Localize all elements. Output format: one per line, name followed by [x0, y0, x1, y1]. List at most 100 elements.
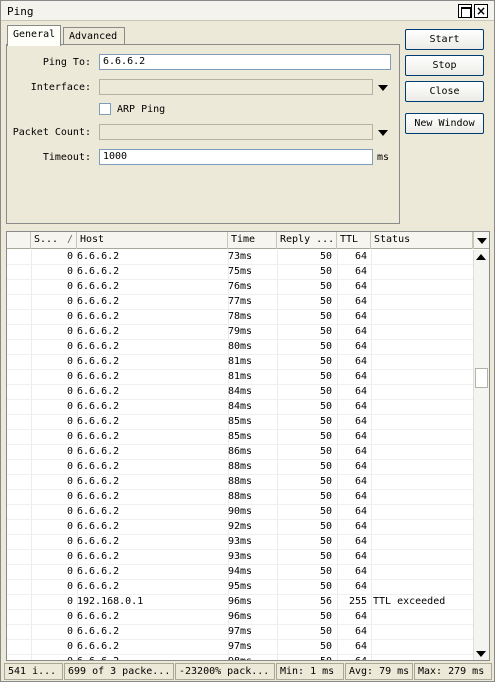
- column-ttl[interactable]: TTL: [337, 232, 371, 249]
- new-window-button[interactable]: New Window: [405, 113, 484, 134]
- cell-time: 98ms: [228, 655, 276, 660]
- cell-status: [373, 580, 473, 595]
- cell-time: 78ms: [228, 311, 253, 322]
- vertical-scrollbar[interactable]: [473, 250, 489, 660]
- column-time[interactable]: Time: [228, 232, 277, 249]
- cell-host: 6.6.6.2: [77, 446, 120, 457]
- interface-dropdown-icon[interactable]: [378, 85, 388, 91]
- maximize-button[interactable]: [458, 4, 472, 18]
- table-row[interactable]: 0 6.6.6.2 79ms 50 64: [7, 325, 473, 340]
- table-row[interactable]: 0 6.6.6.2 88ms 50 64: [7, 475, 473, 490]
- packet-count-select[interactable]: [99, 124, 373, 140]
- scroll-up-icon[interactable]: [476, 254, 486, 260]
- table-row[interactable]: 0 6.6.6.2 95ms 50 64: [7, 580, 473, 595]
- table-row[interactable]: 0 6.6.6.2 81ms 50 64: [7, 355, 473, 370]
- table-row[interactable]: 0 6.6.6.2 76ms 50 64: [7, 280, 473, 295]
- table-row[interactable]: 0 6.6.6.2 93ms 50 64: [7, 550, 473, 565]
- column-host[interactable]: Host: [77, 232, 228, 249]
- table-row[interactable]: 0 6.6.6.2 85ms 50 64: [7, 430, 473, 445]
- cell-time: 77ms: [228, 296, 253, 307]
- table-row[interactable]: 0 6.6.6.2 88ms 50 64: [7, 460, 473, 475]
- table-row[interactable]: 0 6.6.6.2 77ms 50 64: [7, 295, 473, 310]
- scroll-thumb[interactable]: [475, 368, 488, 388]
- cell-seq: 0: [66, 641, 73, 652]
- cell-host: 6.6.6.2: [77, 461, 120, 472]
- status-min: Min: 1 ms: [276, 663, 344, 680]
- cell-reply-size: 50: [319, 356, 332, 367]
- tab-general[interactable]: General: [7, 25, 61, 46]
- cell-status: [373, 565, 473, 580]
- table-row[interactable]: 0 6.6.6.2 96ms 50 64: [7, 610, 473, 625]
- cell-status: [373, 265, 473, 280]
- cell-ttl: 64: [354, 356, 367, 367]
- column-seq[interactable]: S... /: [31, 232, 77, 249]
- table-row[interactable]: 0 192.168.0.1 96ms 56 255 TTL exceeded: [7, 595, 473, 610]
- table-row[interactable]: 06.6.6.298ms5064: [7, 655, 473, 660]
- table-row[interactable]: 0 6.6.6.2 94ms 50 64: [7, 565, 473, 580]
- status-sent: 699 of 3 packe...: [64, 663, 174, 680]
- cell-time: 88ms: [228, 491, 253, 502]
- column-menu-icon[interactable]: [473, 232, 489, 249]
- packet-count-dropdown-icon[interactable]: [378, 130, 388, 136]
- table-row[interactable]: 0 6.6.6.2 92ms 50 64: [7, 520, 473, 535]
- cell-time: 84ms: [228, 401, 253, 412]
- interface-select[interactable]: [99, 79, 373, 95]
- cell-reply-size: 50: [319, 266, 332, 277]
- cell-time: 86ms: [228, 446, 253, 457]
- scroll-down-icon[interactable]: [476, 651, 486, 657]
- close-button[interactable]: Close: [405, 81, 484, 102]
- cell-ttl: 64: [354, 641, 367, 652]
- cell-seq: 0: [66, 521, 73, 532]
- cell-ttl: 64: [354, 311, 367, 322]
- cell-host: 6.6.6.2: [77, 281, 120, 292]
- column-reply-size[interactable]: Reply ...: [277, 232, 337, 249]
- cell-ttl: 64: [354, 266, 367, 277]
- column-flag[interactable]: [7, 232, 31, 249]
- start-button[interactable]: Start: [405, 29, 484, 50]
- table-row[interactable]: 0 6.6.6.2 85ms 50 64: [7, 415, 473, 430]
- cell-ttl: 64: [354, 491, 367, 502]
- table-row[interactable]: 0 6.6.6.2 81ms 50 64: [7, 370, 473, 385]
- cell-status: [373, 610, 473, 625]
- ping-to-input[interactable]: 6.6.6.2: [99, 54, 391, 70]
- cell-reply-size: 50: [319, 611, 332, 622]
- table-row[interactable]: 0 6.6.6.2 86ms 50 64: [7, 445, 473, 460]
- arp-ping-checkbox[interactable]: [99, 103, 111, 115]
- timeout-input[interactable]: 1000: [99, 149, 373, 165]
- cell-seq: 0: [66, 431, 73, 442]
- cell-reply-size: 50: [319, 401, 332, 412]
- cell-ttl: 64: [354, 251, 367, 262]
- cell-reply-size: 50: [319, 386, 332, 397]
- close-window-button[interactable]: ×: [474, 4, 488, 18]
- cell-seq: 0: [66, 476, 73, 487]
- tab-advanced[interactable]: Advanced: [63, 27, 125, 45]
- cell-reply-size: 50: [319, 446, 332, 457]
- table-row[interactable]: 0 6.6.6.2 88ms 50 64: [7, 490, 473, 505]
- cell-reply-size: 50: [319, 341, 332, 352]
- cell-reply-size: 50: [319, 641, 332, 652]
- cell-reply-size: 50: [319, 521, 332, 532]
- table-row[interactable]: 0 6.6.6.2 97ms 50 64: [7, 640, 473, 655]
- table-row[interactable]: 0 6.6.6.2 75ms 50 64: [7, 265, 473, 280]
- ping-window: Ping × General Advanced Ping To: 6.6.6.2…: [0, 0, 495, 682]
- cell-host: 6.6.6.2: [77, 581, 120, 592]
- stop-button[interactable]: Stop: [405, 55, 484, 76]
- table-row[interactable]: 0 6.6.6.2 93ms 50 64: [7, 535, 473, 550]
- table-row[interactable]: 0 6.6.6.2 84ms 50 64: [7, 400, 473, 415]
- table-row[interactable]: 0 6.6.6.2 80ms 50 64: [7, 340, 473, 355]
- cell-ttl: 64: [354, 611, 367, 622]
- table-row[interactable]: 0 6.6.6.2 97ms 50 64: [7, 625, 473, 640]
- cell-status: [373, 295, 473, 310]
- cell-time: 80ms: [228, 341, 253, 352]
- cell-reply-size: 50: [319, 251, 332, 262]
- table-row[interactable]: 0 6.6.6.2 84ms 50 64: [7, 385, 473, 400]
- cell-seq: 0: [66, 296, 73, 307]
- cell-time: 85ms: [228, 416, 253, 427]
- table-row[interactable]: 0 6.6.6.2 73ms 50 64: [7, 250, 473, 265]
- cell-host: 6.6.6.2: [77, 296, 120, 307]
- cell-host: 6.6.6.2: [77, 506, 120, 517]
- table-row[interactable]: 0 6.6.6.2 78ms 50 64: [7, 310, 473, 325]
- column-status[interactable]: Status: [371, 232, 473, 249]
- title-bar[interactable]: Ping ×: [1, 1, 494, 21]
- table-row[interactable]: 0 6.6.6.2 90ms 50 64: [7, 505, 473, 520]
